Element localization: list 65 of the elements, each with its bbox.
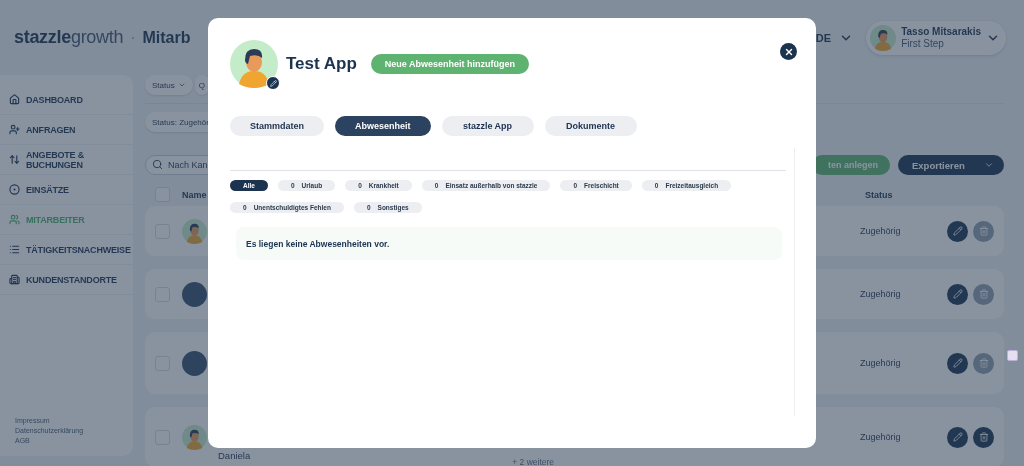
language-select[interactable]: DE <box>815 30 854 45</box>
trash-icon <box>978 226 989 236</box>
tab[interactable]: Dokumente <box>544 116 637 136</box>
tab[interactable]: Stammdaten <box>230 116 324 136</box>
person-avatar <box>230 40 278 88</box>
nav-item[interactable]: DASHBOARD <box>0 85 133 115</box>
status-text: Zugehörig <box>860 289 902 299</box>
trash-icon <box>978 358 989 368</box>
tab[interactable]: Abwesenheit <box>335 116 431 136</box>
modal-title: Test App <box>286 54 357 74</box>
user-plus-icon <box>9 124 20 135</box>
pencil-icon <box>952 289 963 299</box>
add-absence-button[interactable]: Neue Abwesenheit hinzufügen <box>370 54 530 74</box>
edit-button[interactable] <box>947 426 968 448</box>
filter-chip[interactable]: Status <box>145 75 193 95</box>
edit-button[interactable] <box>947 220 968 242</box>
nav-item[interactable]: KUNDENSTANDORTE <box>0 265 133 295</box>
separator-dot: · <box>130 28 136 47</box>
column-header: Name <box>182 189 207 200</box>
logo: stazzlegrowth <box>14 27 124 48</box>
list-icon <box>9 244 20 255</box>
status-text: Zugehörig <box>860 358 902 368</box>
home-icon <box>9 94 20 105</box>
caret-icon <box>984 160 994 170</box>
delete-button[interactable] <box>973 426 994 448</box>
pencil-icon <box>952 358 963 368</box>
pencil-icon <box>269 79 277 87</box>
more-count: + 2 weitere <box>512 457 555 466</box>
nav-item[interactable]: ANFRAGEN <box>0 115 133 145</box>
edit-avatar-button[interactable] <box>266 76 280 90</box>
nav-item[interactable]: EINSÄTZE <box>0 175 133 205</box>
chat-widget-icon[interactable] <box>1007 350 1018 361</box>
status-text: Zugehörig <box>860 432 902 442</box>
person-avatar <box>870 24 897 51</box>
page-title: Mitarb <box>142 28 191 47</box>
people-icon <box>9 214 20 225</box>
photo-placeholder <box>182 350 207 376</box>
edit-button[interactable] <box>947 352 968 374</box>
tab[interactable]: stazzle App <box>441 116 534 136</box>
arrows-icon <box>9 154 20 165</box>
employee-name: Daniela <box>218 450 251 461</box>
status-text: Zugehörig <box>860 226 902 236</box>
close-button[interactable] <box>780 43 797 60</box>
target-icon <box>9 184 20 195</box>
nav-item[interactable]: ANGEBOTE & BUCHUNGEN <box>0 145 133 175</box>
close-icon <box>783 46 794 57</box>
photo-placeholder <box>182 281 207 307</box>
export-button[interactable]: Exportieren <box>898 155 1004 175</box>
building-icon <box>9 274 20 285</box>
column-header: Status <box>865 189 894 200</box>
filter-chip[interactable]: Q <box>194 75 209 95</box>
pencil-icon <box>952 226 963 236</box>
pencil-icon <box>952 432 963 442</box>
person-avatar <box>182 218 207 244</box>
empty-message: Es liegen keine Abwesenheiten vor. <box>246 238 390 249</box>
user-company: First Step <box>901 37 944 50</box>
person-avatar <box>182 424 207 450</box>
edit-button[interactable] <box>947 283 968 305</box>
trash-icon <box>978 432 989 442</box>
user-name: Tasso Mitsarakis <box>901 25 981 38</box>
user-menu[interactable]: Tasso Mitsarakis First Step <box>866 20 1006 55</box>
trash-icon <box>978 289 989 299</box>
chevron-down-icon <box>177 81 186 89</box>
nav-item[interactable]: TÄTIGKEITSNACHWEISE <box>0 235 133 265</box>
search-icon <box>152 159 163 170</box>
